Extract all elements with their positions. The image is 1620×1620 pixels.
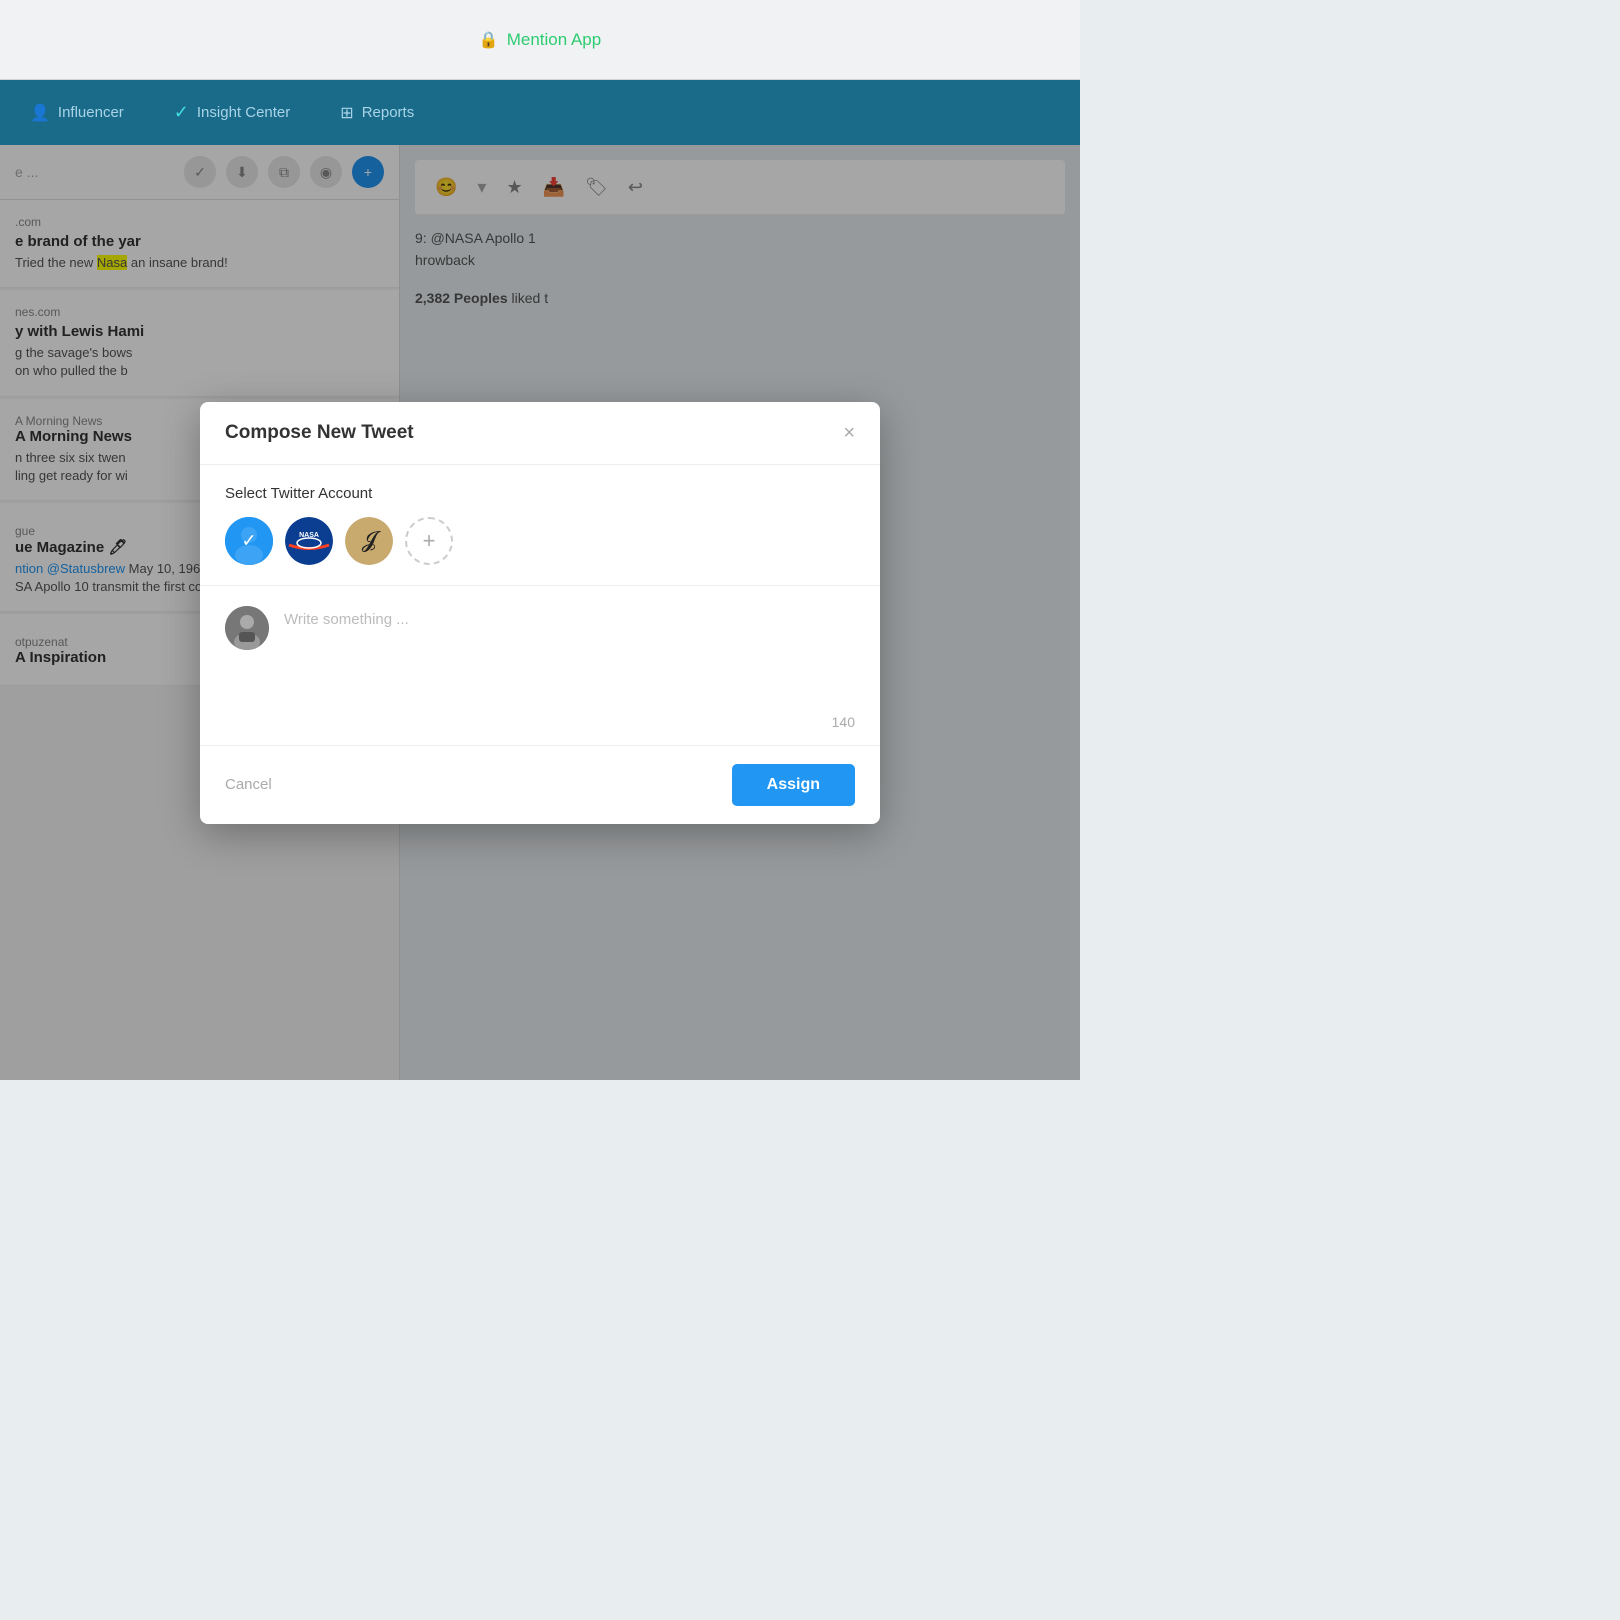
modal-footer: Cancel Assign bbox=[200, 746, 880, 824]
account-avatars: ✓ NASA bbox=[225, 517, 855, 565]
influencer-icon: 👤 bbox=[30, 103, 50, 123]
sidebar-item-insight-center[interactable]: ✓ Insight Center bbox=[164, 97, 300, 128]
account-avatar-nasa[interactable]: NASA bbox=[285, 517, 333, 565]
app-navbar: 👤 Influencer ✓ Insight Center ⊞ Reports bbox=[0, 80, 1080, 145]
modal-overlay: Compose New Tweet × Select Twitter Accou… bbox=[0, 145, 1080, 1080]
nasa-avatar: NASA bbox=[285, 517, 333, 565]
lock-icon: 🔒 bbox=[479, 30, 499, 50]
jaguar-avatar: 𝓙 bbox=[345, 517, 393, 565]
compose-modal: Compose New Tweet × Select Twitter Accou… bbox=[200, 402, 880, 824]
sidebar-item-reports[interactable]: ⊞ Reports bbox=[330, 98, 424, 128]
assign-button[interactable]: Assign bbox=[732, 764, 855, 806]
nav-label-reports: Reports bbox=[362, 104, 415, 121]
nav-label-insight: Insight Center bbox=[197, 104, 290, 121]
cancel-button[interactable]: Cancel bbox=[225, 776, 272, 793]
char-count: 140 bbox=[832, 714, 855, 730]
modal-title: Compose New Tweet bbox=[225, 422, 414, 444]
composer-avatar bbox=[225, 606, 269, 650]
address-bar: 🔒 Mention App bbox=[479, 30, 601, 50]
content-area: e ... ✓ ⬇ ⧉ ◉ + .com e brand of the yar … bbox=[0, 145, 1080, 1080]
reports-icon: ⊞ bbox=[340, 103, 353, 123]
app-title: Mention App bbox=[507, 30, 602, 50]
account-label: Select Twitter Account bbox=[225, 485, 855, 502]
account-avatar-user[interactable]: ✓ bbox=[225, 517, 273, 565]
tweet-input[interactable] bbox=[284, 606, 855, 725]
compose-section: 140 bbox=[200, 586, 880, 746]
selected-check-icon: ✓ bbox=[241, 530, 256, 551]
modal-header: Compose New Tweet × bbox=[200, 402, 880, 465]
browser-chrome: 🔒 Mention App bbox=[0, 0, 1080, 80]
insight-icon: ✓ bbox=[174, 102, 189, 123]
account-avatar-jaguar[interactable]: 𝓙 bbox=[345, 517, 393, 565]
sidebar-item-influencer[interactable]: 👤 Influencer bbox=[20, 98, 134, 128]
account-section: Select Twitter Account ✓ bbox=[200, 465, 880, 586]
nav-label-influencer: Influencer bbox=[58, 104, 124, 121]
close-button[interactable]: × bbox=[843, 423, 855, 443]
add-account-button[interactable]: + bbox=[405, 517, 453, 565]
